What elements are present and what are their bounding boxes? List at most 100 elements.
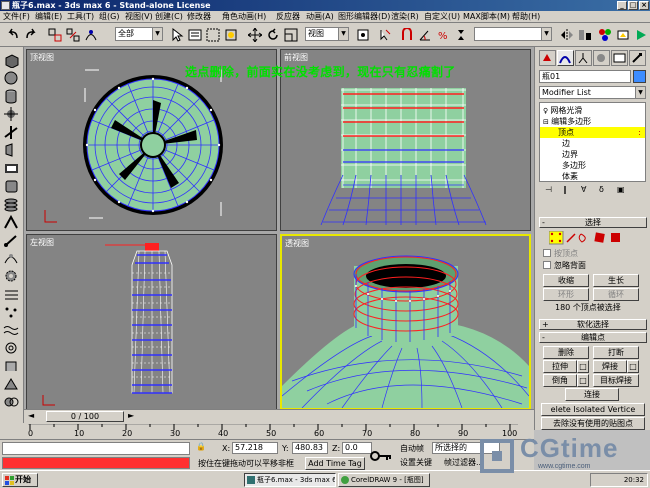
menu-views[interactable]: 视图(V) — [125, 11, 153, 23]
rotate-icon[interactable] — [264, 26, 280, 43]
menu-edit[interactable]: 编辑(E) — [35, 11, 62, 23]
extrude-settings-button[interactable]: □ — [577, 360, 589, 373]
menu-character[interactable]: 角色动画(H) — [222, 11, 266, 23]
quick-render-icon[interactable] — [632, 26, 648, 43]
unlink-icon[interactable] — [64, 26, 80, 43]
remove-unused-map-button[interactable]: 去除没有使用的贴图点 — [541, 417, 645, 430]
menu-file[interactable]: 文件(F) — [3, 11, 30, 23]
create-nurbs-icon[interactable] — [3, 215, 20, 230]
by-vertex-checkbox[interactable] — [543, 249, 551, 257]
modify-tab-icon[interactable] — [557, 50, 574, 66]
x-coordinate-field[interactable]: 57.218 — [232, 442, 278, 454]
create-scatter-icon[interactable] — [3, 305, 20, 320]
menu-help[interactable]: 帮助(H) — [512, 11, 540, 23]
create-wave-icon[interactable] — [3, 323, 20, 338]
create-bone-icon[interactable] — [3, 233, 20, 248]
viewport-top-label[interactable]: 顶视图 — [30, 52, 54, 63]
named-selection-dropdown[interactable]: ▼ — [474, 27, 552, 41]
stack-item-vertex[interactable]: 顶点: — [540, 127, 645, 138]
create-gear-icon[interactable] — [3, 269, 20, 284]
material-editor-icon[interactable] — [596, 26, 612, 43]
loop-button[interactable]: 循环 — [593, 288, 639, 301]
chamfer-settings-button[interactable]: □ — [577, 374, 589, 387]
selection-filter-dropdown[interactable]: 全部 ▼ — [115, 27, 163, 41]
link-icon[interactable] — [46, 26, 62, 43]
bind-space-warp-icon[interactable] — [82, 26, 98, 43]
ignore-backfacing-checkbox[interactable] — [543, 261, 551, 269]
lock-selection-icon[interactable]: 🔒 — [196, 442, 206, 451]
viewport-front-label[interactable]: 前视图 — [284, 52, 308, 63]
move-icon[interactable] — [246, 26, 262, 43]
create-camera-icon[interactable] — [3, 143, 20, 158]
create-loft-icon[interactable] — [3, 377, 20, 392]
stack-item-edit-poly[interactable]: ⊟ 编辑多边形 — [540, 116, 645, 127]
menu-reactor[interactable]: 反应器 — [276, 11, 300, 23]
show-end-result-icon[interactable]: ‖ — [563, 185, 567, 194]
set-key-label[interactable]: 设置关键 — [400, 457, 432, 468]
minimize-button[interactable]: _ — [617, 1, 627, 10]
stack-item-meshsmooth[interactable]: ♀ 网格光滑 — [540, 105, 645, 116]
create-patch-icon[interactable] — [3, 287, 20, 302]
menu-tools[interactable]: 工具(T) — [67, 11, 94, 23]
connect-button[interactable]: 连接 — [565, 388, 619, 401]
angle-snap-icon[interactable] — [416, 26, 432, 43]
utilities-tab-icon[interactable] — [629, 50, 646, 66]
percent-snap-icon[interactable]: % — [434, 26, 450, 43]
create-helper-icon[interactable] — [3, 125, 20, 140]
chamfer-button[interactable]: 倒角 — [543, 374, 577, 387]
window-crossing-icon[interactable] — [222, 26, 238, 43]
viewport-perspective-label[interactable]: 透视图 — [285, 238, 309, 249]
stack-item-edge[interactable]: 边 — [540, 138, 645, 149]
make-unique-icon[interactable]: ∀ — [581, 185, 586, 194]
viewport-left-label[interactable]: 左视图 — [30, 237, 54, 248]
stack-item-border[interactable]: 边界 — [540, 149, 645, 160]
snap-toggle-icon[interactable] — [398, 26, 414, 43]
menu-graph-editors[interactable]: 图形编辑器(D) — [338, 11, 390, 23]
create-sphere-icon[interactable] — [3, 71, 20, 86]
menu-customize[interactable]: 自定义(U) — [424, 11, 460, 23]
menu-create[interactable]: 创建(C) — [155, 11, 183, 23]
menu-maxscript[interactable]: MAX脚本(M) — [463, 11, 510, 23]
create-box-icon[interactable] — [3, 53, 20, 68]
stack-item-element[interactable]: 体素 — [540, 171, 645, 182]
ring-button[interactable]: 环形 — [543, 288, 589, 301]
scale-icon[interactable] — [282, 26, 298, 43]
prev-frame-icon[interactable]: ◄ — [28, 411, 34, 420]
pivot-center-icon[interactable] — [354, 26, 370, 43]
undo-icon[interactable] — [4, 26, 20, 43]
redo-icon[interactable] — [22, 26, 38, 43]
select-object-icon[interactable] — [168, 26, 184, 43]
rollout-edit-vertices[interactable]: - 编辑点 — [539, 332, 647, 343]
select-by-name-icon[interactable] — [186, 26, 202, 43]
reference-coord-dropdown[interactable]: 视图 ▼ — [305, 27, 349, 41]
align-icon[interactable] — [576, 26, 592, 43]
taskbar-item-coreldraw[interactable]: CorelDRAW 9 - [瓶图] — [338, 473, 430, 487]
add-time-tag-button[interactable]: Add Time Tag — [305, 457, 365, 470]
region-select-icon[interactable] — [204, 26, 220, 43]
taskbar-item-3dsmax[interactable]: 瓶子6.max - 3ds max 6 -... — [244, 473, 336, 487]
create-deflector-icon[interactable] — [3, 359, 20, 374]
auto-key-label[interactable]: 自动帧 — [400, 443, 424, 454]
set-key-icon[interactable] — [368, 444, 394, 468]
create-light-icon[interactable] — [3, 107, 20, 122]
pin-stack-icon[interactable]: ⊣ — [545, 185, 552, 194]
weld-settings-button[interactable]: □ — [627, 360, 639, 373]
maxscript-output[interactable] — [2, 457, 190, 469]
remove-modifier-icon[interactable]: δ — [599, 185, 604, 194]
shrink-button[interactable]: 收缩 — [543, 274, 589, 287]
viewport-left[interactable]: 左视图 — [26, 234, 277, 410]
create-ripple-icon[interactable] — [3, 341, 20, 356]
create-boolean-icon[interactable] — [3, 395, 20, 410]
hierarchy-tab-icon[interactable] — [575, 50, 592, 66]
close-button[interactable]: × — [639, 1, 649, 10]
start-button[interactable]: 开始 — [2, 473, 38, 487]
time-slider[interactable]: 0 / 100 — [46, 411, 124, 422]
spinner-snap-icon[interactable] — [452, 26, 468, 43]
object-color-swatch[interactable] — [633, 70, 646, 83]
display-tab-icon[interactable] — [611, 50, 628, 66]
create-tab-icon[interactable] — [539, 50, 556, 66]
select-manipulate-icon[interactable] — [376, 26, 392, 43]
create-shapes-icon[interactable] — [3, 179, 20, 194]
create-compound-icon[interactable] — [3, 197, 20, 212]
create-spacewarp-icon[interactable] — [3, 161, 20, 176]
